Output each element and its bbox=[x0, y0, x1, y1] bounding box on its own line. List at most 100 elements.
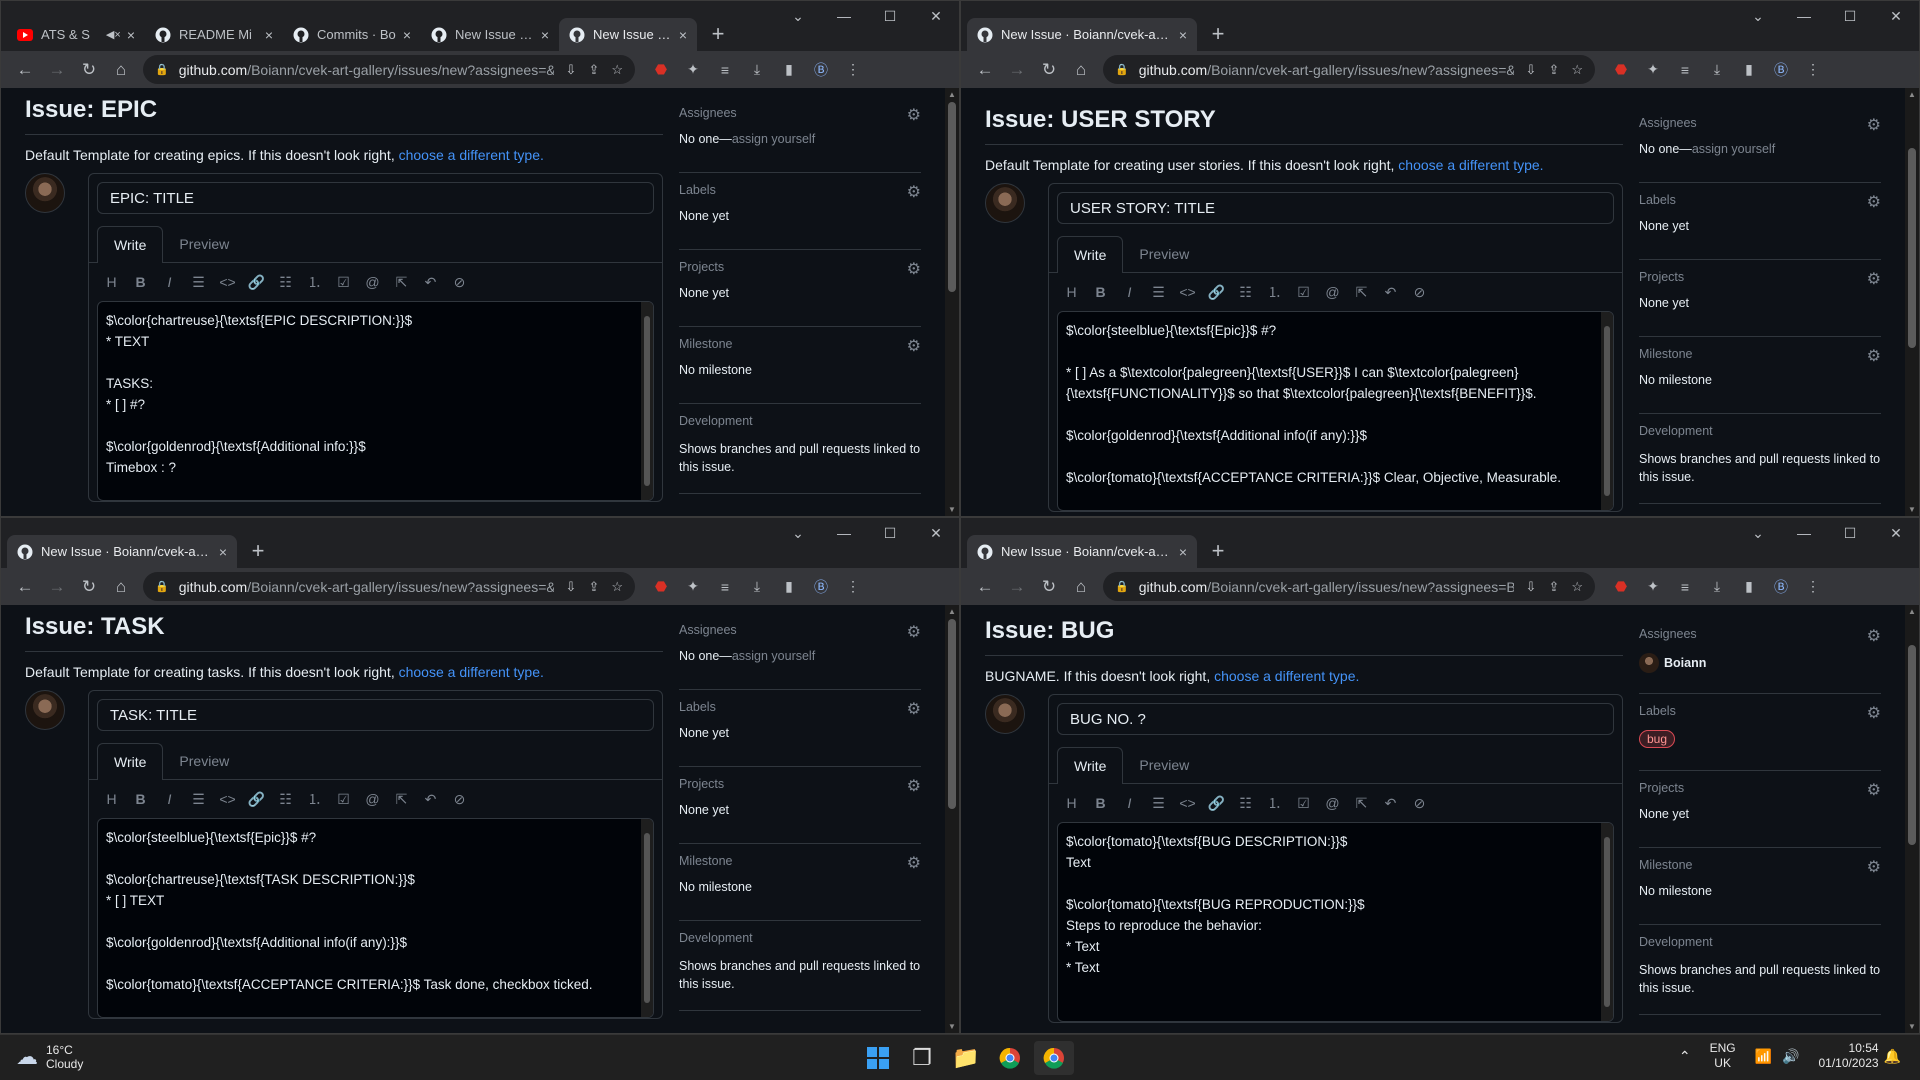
downloads-icon[interactable]: ⤓ bbox=[1701, 54, 1733, 86]
gear-icon[interactable]: ⚙ bbox=[907, 182, 921, 202]
mention-icon[interactable]: @ bbox=[358, 791, 387, 807]
install-app-icon[interactable]: ⇩ bbox=[1526, 62, 1537, 78]
slash-command-icon[interactable]: ⊘ bbox=[1405, 284, 1434, 301]
italic-icon[interactable]: I bbox=[1115, 795, 1144, 811]
bulleted-list-icon[interactable]: ☷ bbox=[271, 274, 300, 291]
numbered-list-icon[interactable]: ⒈ bbox=[1260, 282, 1289, 302]
bulleted-list-icon[interactable]: ☷ bbox=[271, 791, 300, 808]
profile-icon[interactable]: Ⓑ bbox=[805, 54, 837, 86]
bulleted-list-icon[interactable]: ☷ bbox=[1231, 795, 1260, 812]
minimize-icon[interactable]: — bbox=[1781, 518, 1827, 548]
new-tab-button[interactable]: + bbox=[243, 536, 273, 566]
tab-write[interactable]: Write bbox=[1057, 236, 1124, 273]
close-window-icon[interactable]: ✕ bbox=[913, 518, 959, 548]
gear-icon[interactable]: ⚙ bbox=[1867, 115, 1881, 135]
gear-icon[interactable]: ⚙ bbox=[1867, 780, 1881, 800]
title-input[interactable]: USER STORY: TITLE bbox=[1057, 192, 1614, 224]
undo-icon[interactable]: ↶ bbox=[416, 791, 445, 808]
address-bar[interactable]: 🔒 github.com/Boiann/cvek-art-gallery/issu… bbox=[1103, 55, 1595, 84]
downloads-icon[interactable]: ⤓ bbox=[1701, 571, 1733, 603]
side-panel-icon[interactable]: ▮ bbox=[773, 571, 805, 603]
maximize-icon[interactable]: ☐ bbox=[867, 1, 913, 31]
assign-yourself-link[interactable]: assign yourself bbox=[732, 132, 815, 146]
close-window-icon[interactable]: ✕ bbox=[1873, 1, 1919, 31]
code-icon[interactable]: <> bbox=[213, 274, 242, 290]
bookmark-star-icon[interactable]: ☆ bbox=[1571, 579, 1583, 595]
close-tab-icon[interactable]: × bbox=[1179, 27, 1187, 43]
textarea-scrollbar[interactable] bbox=[1601, 312, 1613, 510]
heading-icon[interactable]: H bbox=[1057, 795, 1086, 811]
tab-search-icon[interactable]: ⌄ bbox=[775, 1, 821, 31]
textarea-scrollbar[interactable] bbox=[641, 302, 653, 500]
tab-new-issue[interactable]: New Issue · B × bbox=[421, 18, 559, 51]
home-icon[interactable]: ⌂ bbox=[1065, 54, 1097, 86]
address-bar[interactable]: 🔒 github.com/Boiann/cvek-art-gallery/issu… bbox=[1103, 572, 1595, 601]
new-tab-button[interactable]: + bbox=[1203, 536, 1233, 566]
link-icon[interactable]: 🔗 bbox=[1202, 795, 1231, 812]
ublock-icon[interactable]: ⬣ bbox=[645, 571, 677, 603]
bold-icon[interactable]: B bbox=[126, 274, 155, 290]
weather-widget[interactable]: ☁ 16°C Cloudy bbox=[16, 1043, 83, 1071]
numbered-list-icon[interactable]: ⒈ bbox=[300, 272, 329, 292]
chevron-up-icon[interactable]: ⌃ bbox=[1679, 1048, 1691, 1065]
bookmark-star-icon[interactable]: ☆ bbox=[611, 579, 623, 595]
bookmark-star-icon[interactable]: ☆ bbox=[611, 62, 623, 78]
body-textarea[interactable]: $\color{steelblue}{\textsf{Epic}}$ #? * … bbox=[1057, 311, 1614, 511]
home-icon[interactable]: ⌂ bbox=[105, 571, 137, 603]
tab-new-issue-active[interactable]: New Issue · Boiann/cvek-art-gall × bbox=[7, 535, 237, 568]
reference-icon[interactable]: ⇱ bbox=[1347, 795, 1376, 812]
close-window-icon[interactable]: ✕ bbox=[913, 1, 959, 31]
reload-icon[interactable]: ↻ bbox=[1033, 571, 1065, 603]
tab-preview[interactable]: Preview bbox=[163, 226, 245, 262]
downloads-icon[interactable]: ⤓ bbox=[741, 571, 773, 603]
tab-new-issue-active[interactable]: New Issue · B × bbox=[559, 18, 697, 51]
back-icon[interactable]: ← bbox=[969, 571, 1001, 603]
tab-new-issue-active[interactable]: New Issue · Boiann/cvek-art-gall × bbox=[967, 535, 1197, 568]
gear-icon[interactable]: ⚙ bbox=[1867, 703, 1881, 723]
ublock-icon[interactable]: ⬣ bbox=[1605, 571, 1637, 603]
chrome-icon[interactable] bbox=[990, 1041, 1030, 1075]
reference-icon[interactable]: ⇱ bbox=[387, 274, 416, 291]
link-icon[interactable]: 🔗 bbox=[1202, 284, 1231, 301]
downloads-icon[interactable]: ⤓ bbox=[741, 54, 773, 86]
extensions-puzzle-icon[interactable]: ✦ bbox=[677, 571, 709, 603]
reference-icon[interactable]: ⇱ bbox=[387, 791, 416, 808]
extensions-puzzle-icon[interactable]: ✦ bbox=[677, 54, 709, 86]
page-scrollbar[interactable]: ▲ ▼ bbox=[945, 88, 959, 516]
task-list-icon[interactable]: ☑ bbox=[1289, 795, 1318, 812]
ublock-icon[interactable]: ⬣ bbox=[1605, 54, 1637, 86]
gear-icon[interactable]: ⚙ bbox=[1867, 857, 1881, 877]
close-tab-icon[interactable]: × bbox=[1179, 544, 1187, 560]
undo-icon[interactable]: ↶ bbox=[416, 274, 445, 291]
close-tab-icon[interactable]: × bbox=[541, 27, 549, 43]
title-input[interactable]: TASK: TITLE bbox=[97, 699, 654, 731]
menu-kebab-icon[interactable]: ⋮ bbox=[837, 571, 869, 603]
title-input[interactable]: BUG NO. ? bbox=[1057, 703, 1614, 735]
minimize-icon[interactable]: — bbox=[821, 518, 867, 548]
page-scrollbar[interactable]: ▲ ▼ bbox=[945, 605, 959, 1033]
media-control-icon[interactable]: ≡ bbox=[709, 54, 741, 86]
tab-preview[interactable]: Preview bbox=[1123, 236, 1205, 272]
install-app-icon[interactable]: ⇩ bbox=[566, 62, 577, 78]
side-panel-icon[interactable]: ▮ bbox=[773, 54, 805, 86]
code-icon[interactable]: <> bbox=[1173, 795, 1202, 811]
task-list-icon[interactable]: ☑ bbox=[1289, 284, 1318, 301]
heading-icon[interactable]: H bbox=[97, 274, 126, 290]
tab-write[interactable]: Write bbox=[1057, 747, 1124, 784]
start-windows-icon[interactable] bbox=[858, 1041, 898, 1075]
tab-commits[interactable]: Commits · Bo × bbox=[283, 18, 421, 51]
bold-icon[interactable]: B bbox=[1086, 284, 1115, 300]
install-app-icon[interactable]: ⇩ bbox=[1526, 579, 1537, 595]
gear-icon[interactable]: ⚙ bbox=[1867, 346, 1881, 366]
numbered-list-icon[interactable]: ⒈ bbox=[300, 789, 329, 809]
new-tab-button[interactable]: + bbox=[1203, 19, 1233, 49]
task-list-icon[interactable]: ☑ bbox=[329, 791, 358, 808]
gear-icon[interactable]: ⚙ bbox=[1867, 269, 1881, 289]
gear-icon[interactable]: ⚙ bbox=[907, 776, 921, 796]
task-list-icon[interactable]: ☑ bbox=[329, 274, 358, 291]
media-control-icon[interactable]: ≡ bbox=[1669, 571, 1701, 603]
gear-icon[interactable]: ⚙ bbox=[907, 259, 921, 279]
back-icon[interactable]: ← bbox=[9, 571, 41, 603]
close-tab-icon[interactable]: × bbox=[219, 544, 227, 560]
page-scrollbar[interactable]: ▲ ▼ bbox=[1905, 88, 1919, 516]
